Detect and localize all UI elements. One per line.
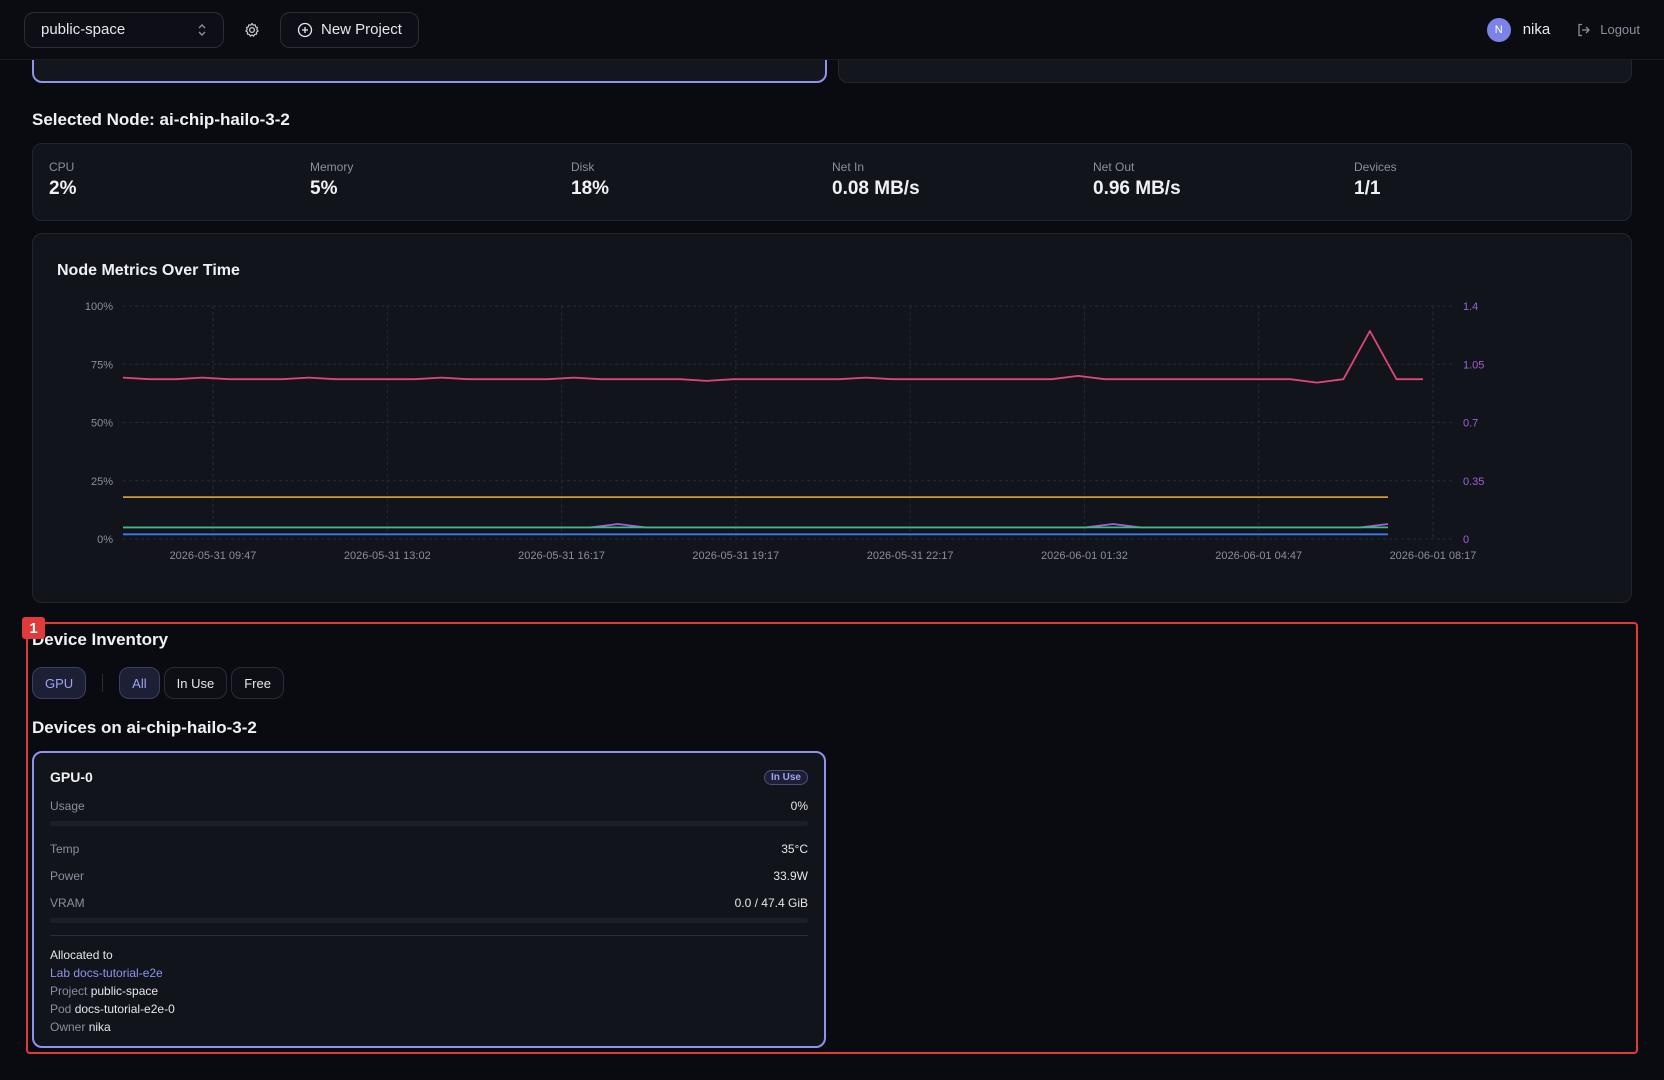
metrics-chart: 100% 1.4 75% 1.05 50% 0.7 25% 0.35 0% 0 2026-05-31… bbox=[85, 301, 1485, 562]
allocated-label: Allocated to bbox=[50, 948, 113, 962]
y-right-tick-label: 0 bbox=[1463, 534, 1469, 546]
y-right-tick-label: 0.35 bbox=[1463, 476, 1484, 488]
x-tick-label: 2026-06-01 08:17 bbox=[1390, 550, 1477, 562]
device-inventory-title: Device Inventory bbox=[32, 630, 169, 649]
top-bar: public-space New Project N nika Logout bbox=[0, 0, 1664, 60]
y-tick-label: 50% bbox=[91, 418, 113, 430]
y-right-tick-label: 1.05 bbox=[1463, 359, 1484, 371]
x-tick-label: 2026-05-31 13:02 bbox=[344, 550, 431, 562]
vram-label: VRAM bbox=[50, 896, 85, 910]
y-tick-label: 100% bbox=[85, 301, 113, 313]
stat-devices: Devices 1/1 bbox=[1354, 160, 1615, 204]
x-tick-label: 2026-05-31 16:17 bbox=[518, 550, 605, 562]
stat-disk: Disk 18% bbox=[571, 160, 832, 204]
avatar[interactable]: N bbox=[1486, 17, 1511, 42]
namespace-select[interactable]: public-space bbox=[24, 11, 224, 48]
filter-divider bbox=[102, 674, 104, 692]
stat-label: Devices bbox=[1354, 160, 1397, 174]
series-line bbox=[122, 330, 1423, 384]
filter-in-use[interactable]: In Use bbox=[163, 667, 228, 699]
device-card[interactable]: GPU-0 In Use Usage 0% Temp 35°C Power 33… bbox=[32, 751, 826, 1048]
stat-label: Memory bbox=[310, 160, 354, 174]
stat-value: 2% bbox=[49, 178, 77, 199]
status-badge: In Use bbox=[763, 769, 808, 785]
y-right-tick-label: 1.4 bbox=[1463, 301, 1478, 313]
stat-label: Net Out bbox=[1093, 160, 1135, 174]
stat-label: Disk bbox=[571, 160, 595, 174]
vram-value: 0.0 / 47.4 GiB bbox=[734, 896, 808, 910]
x-tick-label: 2026-05-31 19:17 bbox=[692, 550, 779, 562]
vram-bar bbox=[50, 918, 808, 923]
usage-label: Usage bbox=[50, 799, 85, 813]
stat-value: 18% bbox=[571, 178, 610, 199]
selected-node-title: Selected Node: ai-chip-hailo-3-2 bbox=[32, 110, 290, 129]
project-label: Project bbox=[50, 984, 88, 998]
y-right-tick-label: 0.7 bbox=[1463, 418, 1478, 430]
logout-icon bbox=[1578, 23, 1591, 36]
stat-value: 5% bbox=[310, 178, 338, 199]
y-tick-label: 75% bbox=[91, 359, 113, 371]
stat-memory: Memory 5% bbox=[310, 160, 571, 204]
metrics-chart-card: Node Metrics Over Time 100% 1.4 75% 1.05 50%… bbox=[32, 233, 1632, 603]
stat-value: 0.08 MB/s bbox=[832, 178, 920, 199]
settings-button[interactable] bbox=[240, 18, 264, 42]
x-tick-label: 2026-05-31 22:17 bbox=[867, 550, 954, 562]
stat-label: CPU bbox=[49, 160, 75, 174]
power-label: Power bbox=[50, 869, 85, 883]
devices-title: Devices on ai-chip-hailo-3-2 bbox=[32, 718, 257, 737]
namespace-select-value: public-space bbox=[41, 21, 126, 38]
y-tick-label: 25% bbox=[91, 476, 113, 488]
usage-bar bbox=[50, 821, 808, 826]
username: nika bbox=[1522, 21, 1551, 38]
device-name: GPU-0 bbox=[50, 769, 93, 785]
logout-button[interactable]: Logout bbox=[1576, 22, 1640, 38]
usage-value: 0% bbox=[790, 799, 808, 813]
stat-value: 0.96 MB/s bbox=[1093, 178, 1181, 199]
allocation-info: Allocated to Lab docs-tutorial-e2e Proje… bbox=[50, 946, 808, 1036]
x-tick-label: 2026-06-01 01:32 bbox=[1041, 550, 1128, 562]
filter-all[interactable]: All bbox=[119, 667, 160, 699]
x-tick-label: 2026-05-31 09:47 bbox=[170, 550, 257, 562]
stat-label: Net In bbox=[832, 160, 865, 174]
pod-value: docs-tutorial-e2e-0 bbox=[74, 1002, 175, 1016]
temp-value: 35°C bbox=[781, 842, 808, 856]
x-tick-label: 2026-06-01 04:47 bbox=[1215, 550, 1302, 562]
plus-circle-icon bbox=[297, 22, 313, 37]
node-stats: CPU 2% Memory 5% Disk 18% Net In 0.08 MB… bbox=[32, 143, 1632, 221]
annotation-marker: 1 bbox=[22, 617, 45, 639]
device-filters: GPU All In Use Free bbox=[32, 667, 284, 699]
logout-label: Logout bbox=[1600, 22, 1640, 37]
stat-value: 1/1 bbox=[1354, 178, 1381, 199]
filter-free[interactable]: Free bbox=[231, 667, 284, 699]
new-project-label: New Project bbox=[321, 21, 402, 38]
new-project-button[interactable]: New Project bbox=[280, 11, 419, 48]
gear-icon bbox=[245, 22, 259, 37]
pod-label: Pod bbox=[50, 1002, 72, 1016]
owner-label: Owner bbox=[50, 1020, 86, 1034]
power-value: 33.9W bbox=[773, 869, 808, 883]
stat-cpu: CPU 2% bbox=[49, 160, 310, 204]
stat-net-in: Net In 0.08 MB/s bbox=[832, 160, 1093, 204]
y-tick-label: 0% bbox=[97, 534, 113, 546]
divider bbox=[50, 935, 808, 936]
owner-value: nika bbox=[88, 1020, 111, 1034]
chevron-up-down-icon bbox=[197, 23, 207, 37]
project-value: public-space bbox=[90, 984, 159, 998]
filter-gpu[interactable]: GPU bbox=[32, 667, 87, 699]
stat-net-out: Net Out 0.96 MB/s bbox=[1093, 160, 1354, 204]
lab-link[interactable]: Lab docs-tutorial-e2e bbox=[50, 966, 163, 980]
temp-label: Temp bbox=[50, 842, 80, 856]
